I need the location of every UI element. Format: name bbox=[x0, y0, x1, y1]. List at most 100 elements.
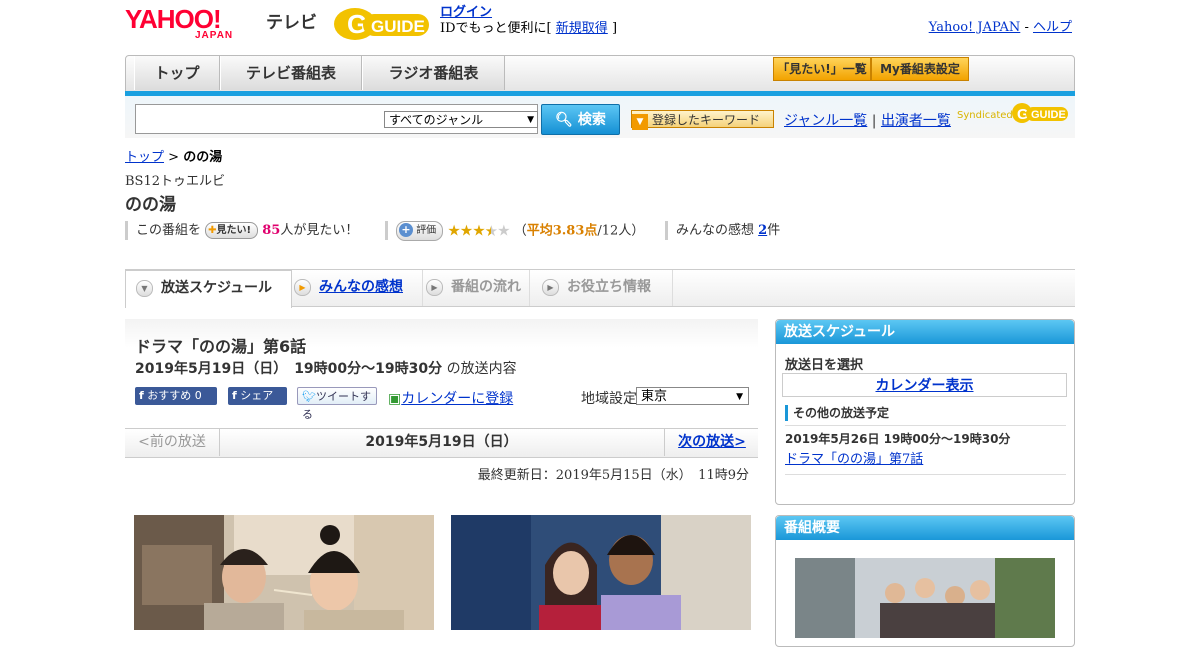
genre-list-link[interactable]: ジャンル一覧 bbox=[784, 113, 867, 129]
genre-select[interactable]: すべてのジャンル ▼ bbox=[384, 111, 538, 128]
genre-links: ジャンル一覧 | 出演者一覧 bbox=[784, 110, 951, 130]
program-title: のの湯 bbox=[125, 195, 176, 215]
rating-average: 平均3.83点 bbox=[526, 223, 598, 239]
separator: - bbox=[1024, 20, 1029, 35]
tab-flow[interactable]: ▶ 番組の流れ bbox=[424, 270, 530, 306]
performer-list-link[interactable]: 出演者一覧 bbox=[881, 113, 951, 129]
overview-photo bbox=[795, 558, 1055, 638]
play-icon: ▶ bbox=[542, 278, 559, 296]
genre-select-value: すべてのジャンル bbox=[389, 113, 484, 127]
yahoo-japan-link[interactable]: Yahoo! JAPAN bbox=[929, 20, 1021, 35]
svg-text:GUIDE: GUIDE bbox=[371, 17, 425, 36]
last-updated: 最終更新日：2019年5月15日（水） 11時9分 bbox=[477, 468, 749, 483]
play-icon: ▶ bbox=[426, 278, 443, 296]
facebook-icon: f bbox=[232, 389, 237, 402]
svg-text:GUIDE: GUIDE bbox=[1031, 109, 1066, 121]
mitai-stat: この番組を ✚見たい! 85人が見たい！ bbox=[125, 221, 358, 240]
rating-stars-icon: ★★★★★ bbox=[447, 221, 510, 240]
region-select[interactable]: 東京 ▼ bbox=[636, 387, 749, 405]
impressions-pre: みんなの感想 bbox=[676, 223, 755, 238]
tab-impressions-label: みんなの感想 bbox=[319, 279, 403, 295]
impressions-post: 件 bbox=[767, 223, 781, 238]
calendar-register-link[interactable]: カレンダーに登録 bbox=[401, 391, 513, 407]
gguide-mini-logo: G GUIDE bbox=[1012, 102, 1068, 124]
tab-flow-label: 番組の流れ bbox=[451, 279, 521, 295]
keyword-button-label: 登録したキーワード bbox=[652, 113, 761, 127]
fb-recommend-label: おすすめ 0 bbox=[147, 389, 202, 402]
gguide-logo[interactable]: G GUIDE bbox=[333, 6, 433, 42]
impressions-stat: みんなの感想 2件 bbox=[665, 221, 780, 240]
prev-broadcast[interactable]: <前の放送 bbox=[125, 428, 220, 456]
overview-box-head: 番組概要 bbox=[776, 516, 1074, 540]
region-select-value: 東京 bbox=[641, 389, 668, 404]
plus-icon: + bbox=[399, 223, 413, 237]
syndicated-label: Syndicated bbox=[957, 110, 1013, 121]
login-link[interactable]: ログイン bbox=[440, 5, 492, 20]
episode-date-suffix: の放送内容 bbox=[446, 361, 517, 377]
signup-link[interactable]: 新規取得 bbox=[556, 21, 608, 36]
tv-label[interactable]: テレビ bbox=[266, 8, 317, 33]
calendar-add-icon: ▣ bbox=[388, 391, 402, 407]
login-text-end: ] bbox=[611, 21, 618, 36]
rating-button[interactable]: + 評価 bbox=[396, 221, 444, 241]
mitai-list-button[interactable]: 「見たい!」一覧 bbox=[773, 57, 871, 81]
search-button[interactable]: 🔍︎ 検索 bbox=[541, 104, 620, 135]
login-text: IDでもっと便利に[ bbox=[440, 21, 552, 36]
nav-tab-tv[interactable]: テレビ番組表 bbox=[220, 56, 362, 90]
keyword-button[interactable]: ▼ 登録したキーワード bbox=[631, 110, 774, 130]
episode-photo-2 bbox=[451, 515, 751, 630]
episode-photo-1 bbox=[134, 515, 434, 630]
tab-schedule-label: 放送スケジュール bbox=[161, 280, 273, 296]
rating-pre: （ bbox=[513, 223, 527, 239]
other-schedule-date: 2019年5月26日 19時00分～19時30分 bbox=[785, 432, 1011, 446]
other-schedule-link[interactable]: ドラマ「のの湯」第7話 bbox=[785, 448, 923, 467]
divider bbox=[785, 425, 1066, 426]
impressions-count[interactable]: 2 bbox=[758, 223, 767, 238]
overview-box: 番組概要 bbox=[775, 515, 1075, 647]
tweet-button[interactable]: 🐦︎ツイートする bbox=[297, 387, 377, 421]
episode-date: 2019年5月19日（日） 19時00分～19時30分 bbox=[135, 361, 443, 377]
region-label: 地域設定 bbox=[581, 391, 637, 407]
next-broadcast[interactable]: 次の放送> bbox=[664, 428, 759, 456]
dropdown-icon: ▼ bbox=[632, 114, 648, 130]
other-schedule-head: その他の放送予定 bbox=[785, 405, 889, 421]
episode-title: ドラマ「のの湯」第6話 bbox=[135, 337, 307, 356]
mitai-button-label: 見たい! bbox=[216, 225, 252, 236]
tab-impressions[interactable]: ▶ みんなの感想 bbox=[282, 270, 423, 306]
breadcrumb-sep: > bbox=[168, 150, 180, 165]
calendar-button[interactable]: カレンダー表示 bbox=[782, 373, 1067, 397]
tab-info[interactable]: ▶ お役立ち情報 bbox=[542, 270, 673, 306]
plus-icon: ✚ bbox=[208, 225, 217, 236]
search-button-label: 検索 bbox=[577, 112, 606, 128]
rating-stat: + 評価 ★★★★★ （平均3.83点/12人） bbox=[385, 221, 645, 241]
mitai-button[interactable]: ✚見たい! bbox=[205, 222, 259, 239]
search-icon: 🔍︎ bbox=[555, 112, 573, 128]
schedule-box: 放送スケジュール 放送日を選択 カレンダー表示 その他の放送予定 2019年5月… bbox=[775, 319, 1075, 505]
dropdown-arrow-icon: ▼ bbox=[527, 115, 534, 125]
facebook-icon: f bbox=[139, 389, 144, 402]
breadcrumb: トップ > のの湯 bbox=[125, 146, 222, 165]
breadcrumb-top[interactable]: トップ bbox=[125, 150, 164, 165]
channel-name: BS12トゥエルビ bbox=[125, 174, 226, 189]
help-link[interactable]: ヘルプ bbox=[1033, 20, 1072, 35]
mitai-post: 人が見たい！ bbox=[280, 223, 359, 238]
my-schedule-button[interactable]: My番組表設定 bbox=[871, 57, 969, 81]
episode-datetime: 2019年5月19日（日） 19時00分～19時30分 の放送内容 bbox=[135, 358, 517, 378]
japan-logo: JAPAN bbox=[195, 30, 234, 41]
nav-tab-radio[interactable]: ラジオ番組表 bbox=[362, 56, 505, 90]
tab-info-label: お役立ち情報 bbox=[567, 279, 651, 295]
calendar-register[interactable]: ▣カレンダーに登録 bbox=[388, 388, 513, 408]
program-tabs: ▼ 放送スケジュール ▶ みんなの感想 ▶ 番組の流れ ▶ お役立ち情報 bbox=[125, 269, 1075, 308]
yahoo-logo[interactable]: YAHOO! bbox=[125, 6, 222, 32]
help-links: Yahoo! JAPAN - ヘルプ bbox=[929, 16, 1072, 35]
chevron-down-icon: ▼ bbox=[136, 279, 153, 297]
rating-button-label: 評価 bbox=[416, 225, 437, 236]
fb-share-label: シェア bbox=[240, 389, 274, 402]
mitai-count: 85 bbox=[262, 223, 281, 238]
dropdown-arrow-icon: ▼ bbox=[736, 392, 743, 402]
nav-tab-top[interactable]: トップ bbox=[134, 56, 220, 90]
rating-post: /12人） bbox=[597, 223, 645, 239]
fb-share-button[interactable]: f シェア bbox=[228, 387, 287, 405]
tab-schedule[interactable]: ▼ 放送スケジュール bbox=[125, 270, 292, 308]
fb-recommend-button[interactable]: f おすすめ 0 bbox=[135, 387, 217, 405]
